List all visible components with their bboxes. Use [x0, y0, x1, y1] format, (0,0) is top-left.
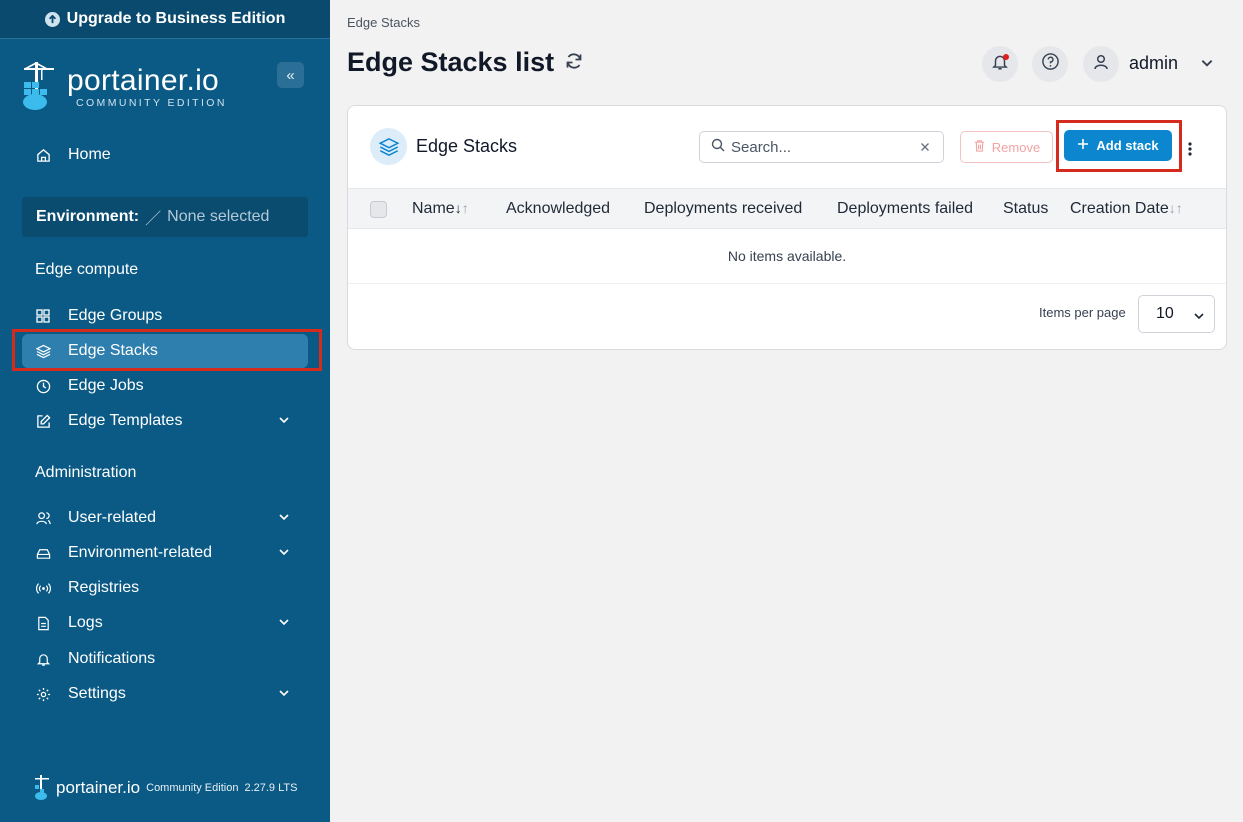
user-name[interactable]: admin — [1129, 53, 1178, 74]
footer-edition: Community Edition — [146, 782, 239, 794]
portainer-crane-icon — [35, 775, 49, 800]
layers-icon — [370, 128, 407, 165]
logo-name: portainer.io — [67, 63, 220, 97]
table-header: Name↓↑ Acknowledged Deployments received… — [348, 188, 1226, 229]
file-icon — [35, 615, 51, 631]
column-header-status[interactable]: Status — [1003, 200, 1048, 218]
footer-version: 2.27.9 LTS — [244, 782, 298, 794]
upgrade-label: Upgrade to Business Edition — [66, 10, 286, 27]
empty-state: No items available. — [348, 229, 1226, 284]
notifications-button[interactable] — [982, 46, 1018, 82]
help-button[interactable] — [1032, 46, 1068, 82]
sidebar-item-edge-groups[interactable]: Edge Groups — [22, 299, 308, 333]
sidebar-item-edge-templates[interactable]: Edge Templates — [22, 404, 308, 438]
chevron-down-icon — [278, 510, 290, 528]
page-title: Edge Stacks list — [347, 47, 555, 77]
sidebar-item-label: Edge Templates — [68, 412, 183, 429]
card-header: Edge Stacks Remove Add stack — [348, 106, 1226, 188]
user-icon — [1092, 53, 1110, 76]
chevron-down-icon — [278, 413, 290, 431]
sidebar-item-user-related[interactable]: User-related — [22, 501, 308, 535]
sidebar-item-logs[interactable]: Logs — [22, 606, 308, 640]
highlight-box-edge-stacks — [12, 329, 322, 371]
edit-icon — [35, 413, 51, 429]
column-header-creation-date[interactable]: Creation Date↓↑ — [1070, 200, 1183, 218]
column-header-name[interactable]: Name↓↑ — [412, 200, 469, 218]
select-all-checkbox[interactable] — [370, 201, 387, 218]
sidebar-item-label: Edge Jobs — [68, 377, 144, 394]
chevron-down-icon — [278, 545, 290, 563]
sidebar-item-registries[interactable]: Registries — [22, 571, 308, 605]
sidebar: Upgrade to Business Edition portainer.io… — [0, 0, 330, 822]
sidebar-item-edge-jobs[interactable]: Edge Jobs — [22, 369, 308, 403]
sidebar-item-label: User-related — [68, 509, 157, 526]
sidebar-item-environment-related[interactable]: Environment-related — [22, 536, 308, 570]
trash-icon — [973, 139, 986, 155]
environment-value: None selected — [167, 208, 270, 225]
refresh-icon[interactable] — [564, 47, 584, 78]
sidebar-item-label: Environment-related — [68, 544, 213, 561]
sidebar-item-label: Settings — [68, 685, 126, 702]
items-per-page-label: Items per page — [1039, 305, 1126, 320]
items-per-page-select[interactable]: 10 — [1138, 295, 1215, 333]
card-title: Edge Stacks — [416, 136, 518, 156]
page-title-row: Edge Stacks list — [347, 47, 584, 78]
items-per-page-value: 10 — [1156, 305, 1174, 322]
sidebar-item-label: Edge Groups — [68, 307, 163, 324]
help-circle-icon — [1041, 52, 1060, 76]
remove-label: Remove — [991, 139, 1041, 155]
hard-drive-icon — [35, 545, 51, 561]
column-header-deployments-received[interactable]: Deployments received — [644, 200, 802, 218]
portainer-crane-icon — [23, 62, 54, 110]
users-icon — [35, 510, 51, 526]
chevron-down-icon — [278, 686, 290, 704]
search-icon — [711, 138, 725, 157]
edge-stacks-card: Edge Stacks Remove Add stack — [347, 105, 1227, 350]
notification-dot — [1003, 54, 1009, 60]
chevron-down-icon — [278, 615, 290, 633]
chevrons-left-icon: « — [286, 66, 295, 84]
highlight-box-add-stack — [1056, 120, 1182, 172]
footer-brand: portainer.io — [56, 778, 141, 797]
environment-label: Environment: — [36, 208, 140, 225]
sidebar-item-settings[interactable]: Settings — [22, 677, 308, 711]
sidebar-footer: portainer.io Community Edition 2.27.9 LT… — [34, 775, 297, 801]
logo-edition: COMMUNITY EDITION — [76, 96, 227, 109]
clock-icon — [35, 378, 51, 394]
breadcrumb: Edge Stacks — [347, 15, 420, 30]
search-input[interactable] — [731, 138, 911, 156]
arrow-up-circle-icon — [44, 11, 60, 27]
clear-search-icon[interactable] — [919, 140, 931, 158]
collapse-sidebar-button[interactable]: « — [277, 62, 304, 88]
grid-icon — [35, 308, 51, 324]
section-administration: Administration — [35, 464, 137, 481]
search-box[interactable] — [699, 131, 944, 163]
section-edge-compute: Edge compute — [35, 261, 139, 278]
upgrade-banner[interactable]: Upgrade to Business Edition — [0, 0, 330, 39]
chevron-down-icon — [1193, 309, 1205, 327]
sort-icon: ↓↑ — [1168, 200, 1183, 216]
portainer-logo[interactable]: portainer.io COMMUNITY EDITION — [22, 62, 227, 112]
remove-button[interactable]: Remove — [960, 131, 1053, 163]
sidebar-item-label: Logs — [68, 614, 103, 631]
gear-icon — [35, 686, 51, 702]
sidebar-item-label: Registries — [68, 579, 140, 596]
environment-selector[interactable]: Environment: ／ None selected — [22, 197, 308, 237]
sidebar-item-label: Notifications — [68, 650, 156, 667]
radio-icon — [35, 580, 51, 596]
sort-icon: ↓↑ — [454, 200, 469, 216]
sidebar-item-home[interactable]: Home — [22, 138, 308, 172]
bell-icon — [35, 651, 51, 667]
slash-icon: ／ — [145, 211, 162, 228]
chevron-down-icon[interactable] — [1200, 56, 1214, 75]
sidebar-item-notifications[interactable]: Notifications — [22, 642, 308, 676]
more-vertical-icon[interactable] — [1186, 141, 1194, 162]
home-icon — [35, 147, 51, 163]
column-header-acknowledged[interactable]: Acknowledged — [506, 200, 610, 218]
column-header-deployments-failed[interactable]: Deployments failed — [837, 200, 973, 218]
sidebar-item-label: Home — [68, 146, 111, 163]
user-avatar[interactable] — [1083, 46, 1119, 82]
